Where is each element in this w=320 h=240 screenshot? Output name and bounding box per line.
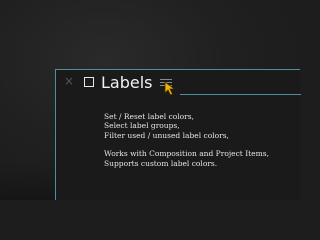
checkbox-icon[interactable] [84, 77, 94, 87]
feature-line: Filter used / unused label colors, [104, 130, 229, 140]
panel-title[interactable]: Labels [101, 73, 153, 92]
feature-line: Set / Reset label colors, [104, 112, 194, 121]
note-line: Works with Composition and Project Items… [104, 149, 269, 159]
close-icon[interactable]: × [64, 75, 74, 87]
feature-line: Select label groups, [104, 121, 180, 131]
tab-divider [180, 94, 301, 95]
labels-panel: × Labels Set / Reset label colors, Selec… [55, 69, 301, 200]
panel-description: Set / Reset label colors, Select label g… [104, 112, 294, 168]
panel-tab-strip: × Labels [56, 70, 301, 98]
note-line: Supports custom label colors. [104, 158, 218, 168]
mouse-pointer-icon [164, 81, 176, 96]
